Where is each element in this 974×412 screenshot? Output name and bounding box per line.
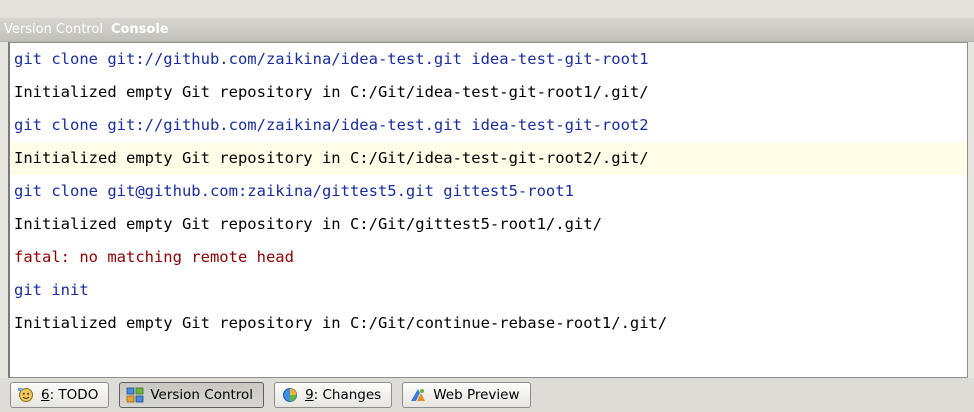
changes-button[interactable]: 9: Changes [274,382,393,408]
web-preview-button[interactable]: Web Preview [402,382,531,408]
todo-shortcut: 6 [41,387,50,403]
console-line: git init [14,281,89,299]
todo-icon [17,387,35,403]
version-control-label: Version Control [150,387,254,403]
tab-version-control[interactable]: Version Control [4,22,103,37]
tool-window-bar: 6: TODO Version Control 9: Changes Web … [0,378,974,412]
top-strip [0,0,974,18]
console-line: git clone git@github.com:zaikina/gittest… [14,182,574,200]
console-line: Initialized empty Git repository in C:/G… [14,314,668,332]
console-line: git clone git://github.com/zaikina/idea-… [14,50,649,68]
tool-window-titlebar: Version Control Console [0,18,974,42]
todo-label: : TODO [49,387,99,403]
ide-window: Version Control Console git clone git://… [0,0,974,412]
todo-button[interactable]: 6: TODO [10,382,110,408]
web-preview-icon [409,387,427,403]
console-line: Initialized empty Git repository in C:/G… [14,215,602,233]
changes-shortcut: 9 [305,387,314,403]
version-control-icon [126,387,144,403]
console-line-highlighted: Initialized empty Git repository in C:/G… [10,142,967,175]
console-line: git clone git://github.com/zaikina/idea-… [14,116,649,134]
changes-label: : Changes [313,387,382,403]
console-line-error: fatal: no matching remote head [14,248,294,266]
web-preview-label: Web Preview [433,387,520,403]
tab-console[interactable]: Console [111,22,169,37]
console-line: Initialized empty Git repository in C:/G… [14,83,649,101]
changes-icon [281,387,299,403]
console-output[interactable]: git clone git://github.com/zaikina/idea-… [8,42,968,378]
version-control-button[interactable]: Version Control [119,382,265,408]
